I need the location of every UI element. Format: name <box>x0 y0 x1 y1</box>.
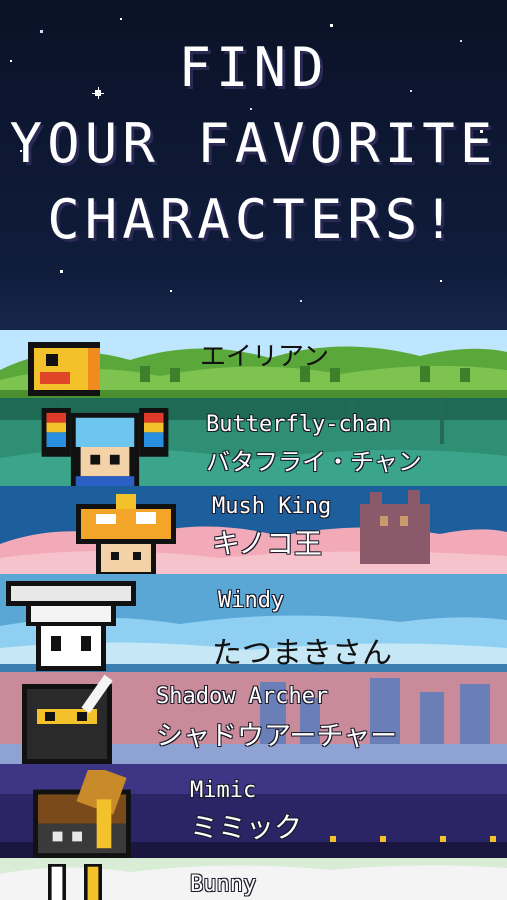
alien-sprite <box>28 342 100 396</box>
character-banner-mimic[interactable]: Mimic ミミック <box>0 764 507 858</box>
character-name-jp: シャドウアーチャー <box>156 721 398 752</box>
shadow-archer-sprite <box>22 674 113 764</box>
mimic-sprite <box>33 770 131 858</box>
headline: FIND YOUR FAVORITE CHARACTERS! <box>0 30 507 258</box>
mush-king-sprite <box>76 494 176 574</box>
headline-line-3: CHARACTERS! <box>47 188 460 251</box>
character-name-en: Mimic <box>190 778 257 803</box>
character-banner-butterfly-chan[interactable]: Butterfly-chan バタフライ・チャン <box>0 398 507 486</box>
character-name-en: Shadow Archer <box>156 684 329 709</box>
bunny-sprite <box>48 864 102 900</box>
character-name-en: Butterfly-chan <box>206 412 392 437</box>
character-banner-shadow-archer[interactable]: Shadow Archer シャドウアーチャー <box>0 672 507 764</box>
character-name-en: Windy <box>218 588 285 613</box>
character-banner-windy[interactable]: Windy たつまきさん <box>0 574 507 672</box>
headline-line-1: FIND <box>178 36 329 99</box>
butterfly-chan-sprite <box>41 408 169 486</box>
character-name-jp: たつまきさん <box>212 636 392 671</box>
character-name-en: Mush King <box>212 494 332 519</box>
character-name-jp: バタフライ・チャン <box>206 448 422 476</box>
game-screen: FIND YOUR FAVORITE CHARACTERS! エイリアン But… <box>0 0 507 900</box>
character-banner-bunny[interactable]: Bunny <box>0 858 507 900</box>
headline-line-2: YOUR FAVORITE <box>9 112 498 175</box>
character-banner-alien[interactable]: エイリアン <box>0 330 507 398</box>
character-name-jp: エイリアン <box>200 342 329 372</box>
windy-sprite <box>6 581 136 671</box>
character-name-en: Bunny <box>190 872 257 897</box>
character-name-jp: キノコ王 <box>212 527 323 560</box>
character-banner-mush-king[interactable]: Mush King キノコ王 <box>0 486 507 574</box>
character-name-jp: ミミック <box>190 811 303 844</box>
